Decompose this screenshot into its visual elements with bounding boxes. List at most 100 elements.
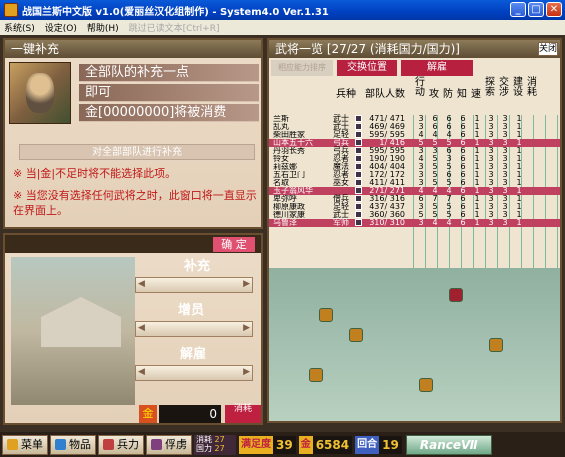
resupply-panel: 一键补充 全部队的补充一点 即可 金[00000000]将被消费 对全部部队进行… [3,38,263,229]
items-label: 物品 [69,437,91,451]
menu-help[interactable]: 帮助(H) [87,21,119,34]
fire-slider[interactable] [135,365,253,381]
unit-type-icon [355,131,362,138]
resupply-all-button[interactable]: 对全部部队进行补充 [19,144,255,160]
general-name: 玉子翁风华 [273,187,313,195]
resupply-line2: 即可 [79,84,259,102]
general-row[interactable]: 乌鲁泽 军师 310/ 310 3 4 4 6 1 3 3 1 [269,219,560,227]
general-stat: 4 [446,218,452,227]
gold-row: 金 0 消耗 [139,405,261,423]
header-atk: 攻 [429,89,439,100]
header-build: 建设 [513,77,523,98]
unit-type-icon [355,187,362,194]
general-name: 名取 [273,179,289,187]
unit-type-icon [355,219,362,226]
satisfaction-label: 满足度 [239,435,273,454]
menu-button[interactable]: 菜单 [2,434,48,455]
header-type: 兵种 [336,89,356,100]
recruit-header: 确 定 [5,235,261,253]
unit-type-icon [355,211,362,218]
general-unit-type: 军师 [333,218,349,227]
resupply-note2: ※ 当您没有选择任何武将之时，此窗口将一直显示在界面上。 [13,189,257,217]
menu-icon [7,439,18,450]
menu-settings[interactable]: 设定(O) [45,21,77,34]
header-int: 知 [457,89,467,100]
gold-stat-value: 6584 [312,435,353,454]
power-indicator-label: 国力 [196,443,212,453]
unit-type-icon [355,195,362,202]
general-stat: 3 [502,218,508,227]
general-troops: 310/ 310 [369,218,405,227]
generals-title-text: 武将一览 [27/27 (消耗国力/国力)] [275,42,460,56]
resupply-note1: ※ 当|金|不足时将不能选择此项。 [13,167,177,180]
game-screen: 一键补充 全部队的补充一点 即可 金[00000000]将被消费 对全部部队进行… [0,35,565,457]
menu-bar: 系统(S) 设定(O) 帮助(H) 跳过已读文本[Ctrl+R] [0,20,565,35]
prisoner-button[interactable]: 俘虏 [146,434,192,455]
prisoner-icon [151,439,162,450]
unit-type-icon [355,163,362,170]
troops-icon [103,439,114,450]
tab-dismiss[interactable]: 解雇 [401,60,473,76]
supply-slider[interactable] [135,277,253,293]
general-stat: 1 [516,218,522,227]
map-castle [319,308,333,322]
tab-sort[interactable]: 相应能力排序 [271,60,333,76]
general-name: 五右卫门 [273,171,305,179]
resupply-line1: 全部队的补充一点 [79,64,259,82]
turn-label: 回合 [355,435,380,454]
header-explore: 探索 [485,77,495,98]
prisoner-label: 俘虏 [165,437,187,451]
unit-type-icon [355,115,362,122]
header-spd: 速 [471,89,481,100]
rance-logo-button[interactable]: RanceⅦ [405,434,492,455]
troops-button[interactable]: 兵力 [98,434,144,455]
menu-system[interactable]: 系统(S) [4,21,35,34]
app-icon [4,3,18,17]
tab-swap[interactable]: 交换位置 [337,60,397,76]
satisfaction-stat: 满足度 39 [239,435,296,455]
general-name: 铃女 [273,155,289,163]
general-name: 莉兹娜 [273,163,297,171]
confirm-button[interactable]: 确 定 [213,237,255,252]
close-button[interactable]: ✕ [546,2,562,17]
consume-label: 消耗 [225,405,261,423]
items-icon [55,439,66,450]
gold-icon: 金 [139,405,157,423]
maximize-button[interactable]: □ [528,2,544,17]
turn-stat: 回合 19 [355,435,402,455]
header-consume: 消耗 [527,77,537,98]
minimize-button[interactable]: _ [510,2,526,17]
unit-type-icon [355,155,362,162]
general-name: 柴田胜家 [273,131,305,139]
header-action: 行动 [415,77,425,98]
troops-label: 兵力 [117,437,139,451]
map-castle [419,378,433,392]
general-portrait [9,62,71,124]
fire-label: 解雇 [179,347,206,362]
window-titlebar: 战国兰斯中文版 v1.0(爱丽丝汉化组制作) - System4.0 Ver.1… [0,0,565,20]
unit-type-icon [355,179,362,186]
consume-indicator: 消耗 27 国力 27 [194,434,236,455]
menu-skip-read: 跳过已读文本[Ctrl+R] [128,24,220,34]
bottom-bar: 菜单 物品 兵力 俘虏 消耗 27 国力 27 满足度 39 金 6584 回合 19 … [0,432,565,457]
generals-close-button[interactable]: 关闭 [538,42,558,56]
general-name: 丹羽长秀 [273,147,305,155]
unit-type-icon [355,147,362,154]
gold-value: 0 [159,405,221,423]
general-name: 乌鲁泽 [273,219,297,227]
general-name: 兰斯 [273,115,289,123]
generals-list: 兰斯 武士 471/ 471 3 6 6 6 1 3 3 1 乱丸 武士 469/ 469 3 6 6 6 1 3 3 1… [269,115,560,227]
turn-value: 19 [379,435,402,454]
items-button[interactable]: 物品 [50,434,96,455]
unit-type-icon [355,123,362,130]
generals-title: 武将一览 [27/27 (消耗国力/国力)] 关闭 [269,40,560,58]
map-castle [309,368,323,382]
consume-indicator-label: 消耗 [196,434,212,444]
add-slider[interactable] [135,321,253,337]
castle-scene [11,257,135,405]
window-title: 战国兰斯中文版 v1.0(爱丽丝汉化组制作) - System4.0 Ver.1… [22,6,329,18]
general-name: 乱丸 [273,123,289,131]
map-castle [349,328,363,342]
add-label: 增员 [177,303,204,318]
map-preview [269,268,560,421]
